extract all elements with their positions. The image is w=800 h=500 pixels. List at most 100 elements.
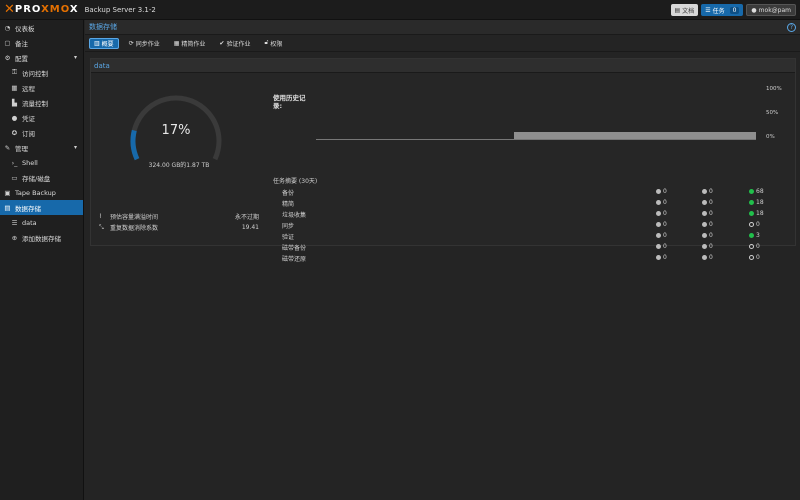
times-circle-icon: [656, 222, 661, 227]
sidebar-item-dashboard[interactable]: ◔ 仪表板: [0, 20, 83, 35]
page-title-bar: 数据存储 ?: [85, 20, 800, 35]
sidebar-nav: ◔ 仪表板 ▢ 备注 ⚙ 配置 ▾ ⚿ 访问控制 ▦ 远程 ▙ 流量控制 ● 凭…: [0, 20, 84, 500]
sidebar-item-label: 存储/磁盘: [22, 174, 51, 183]
error-count[interactable]: 0: [656, 243, 667, 250]
sidebar-item-add-datastore[interactable]: ⊕ 添加数据存储: [0, 230, 83, 245]
error-count[interactable]: 0: [656, 188, 667, 195]
times-circle-icon: [656, 233, 661, 238]
ok-count-value: 68: [756, 188, 764, 195]
sidebar-item-traffic-control[interactable]: ▙ 流量控制: [0, 95, 83, 110]
sidebar-item-data[interactable]: ☰ data: [0, 215, 83, 230]
tab-label: 同步作业: [135, 40, 160, 48]
usage-detail: 324.00 GB的1.87 TB: [148, 162, 210, 169]
tab-prune-jobs[interactable]: ▦ 精简作业: [170, 38, 210, 49]
sidebar-item-access-control[interactable]: ⚿ 访问控制: [0, 65, 83, 80]
sidebar-item-tape-backup[interactable]: ▣ Tape Backup: [0, 185, 83, 200]
help-icon[interactable]: ?: [787, 23, 796, 32]
sidebar-item-configuration[interactable]: ⚙ 配置 ▾: [0, 50, 83, 65]
exclamation-circle-icon: [702, 233, 707, 238]
exclamation-circle-icon: [702, 211, 707, 216]
sidebar-item-label: 访问控制: [22, 69, 48, 78]
error-count[interactable]: 0: [656, 221, 667, 228]
y-tick-100: 100%: [766, 86, 782, 92]
disk-icon: ▭: [11, 173, 18, 182]
sidebar-item-shell[interactable]: ›_ Shell: [0, 155, 83, 170]
proxmox-logo[interactable]: ✕ PROXMOX: [0, 0, 79, 20]
sidebar-item-storage-disks[interactable]: ▭ 存储/磁盘: [0, 170, 83, 185]
ok-count[interactable]: 18: [749, 210, 764, 217]
tab-permissions[interactable]: 🔓︎ 权限: [260, 38, 286, 49]
tasks-button[interactable]: ☰ 任务 0: [701, 4, 744, 16]
ok-count[interactable]: 68: [749, 188, 764, 195]
terminal-icon: ›_: [11, 158, 18, 167]
usage-percent: 17%: [161, 123, 191, 138]
tasks-count-badge: 0: [729, 6, 740, 14]
main-content: 数据存储 ? ▥ 概要 ⟳ 同步作业 ▦ 精简作业 ✔ 验证作业 🔓︎ 权限 d…: [85, 20, 800, 500]
error-count[interactable]: 0: [656, 254, 667, 261]
tab-sync-jobs[interactable]: ⟳ 同步作业: [125, 38, 164, 49]
database-icon: ☰: [11, 218, 18, 227]
warning-count[interactable]: 0: [702, 232, 713, 239]
ok-count[interactable]: 3: [749, 232, 760, 239]
chevron-down-icon[interactable]: ▾: [74, 54, 77, 61]
sidebar-item-label: 远程: [22, 84, 35, 93]
task-summary-row: 同步 0 0 0: [282, 221, 782, 232]
warning-count-value: 0: [709, 199, 713, 206]
check-circle-icon: [749, 222, 754, 227]
warning-count[interactable]: 0: [702, 210, 713, 217]
task-summary-title: 任务摘要 (30天): [273, 178, 318, 185]
unlock-icon: 🔓︎: [264, 39, 269, 46]
sidebar-item-label: data: [22, 218, 37, 227]
prune-icon: ▦: [173, 39, 180, 47]
warning-count[interactable]: 0: [702, 199, 713, 206]
y-tick-0: 0%: [766, 134, 775, 140]
warning-count[interactable]: 0: [702, 188, 713, 195]
book-icon: ▤: [674, 6, 681, 14]
sidebar-item-notes[interactable]: ▢ 备注: [0, 35, 83, 50]
task-type-label: 备份: [282, 190, 295, 197]
warning-count[interactable]: 0: [702, 254, 713, 261]
warning-count[interactable]: 0: [702, 243, 713, 250]
tasks-label: 任务: [712, 7, 725, 15]
sidebar-item-remotes[interactable]: ▦ 远程: [0, 80, 83, 95]
tab-label: 精简作业: [181, 40, 206, 48]
logo-x-mark: ✕: [4, 1, 15, 17]
y-tick-50: 50%: [766, 110, 779, 116]
chevron-down-icon[interactable]: ▾: [74, 144, 77, 151]
warning-count-value: 0: [709, 221, 713, 228]
user-label: mok@pam: [758, 6, 791, 14]
user-menu-button[interactable]: ● mok@pam: [746, 4, 796, 16]
sidebar-item-certificates[interactable]: ● 凭证: [0, 110, 83, 125]
error-count[interactable]: 0: [656, 232, 667, 239]
user-icon: ●: [751, 6, 757, 14]
ok-count[interactable]: 18: [749, 199, 764, 206]
task-summary-row: 精简 0 0 18: [282, 199, 782, 210]
docs-button[interactable]: ▤ 文档: [670, 4, 699, 16]
tab-label: 权限: [270, 40, 283, 48]
tab-bar: ▥ 概要 ⟳ 同步作业 ▦ 精简作业 ✔ 验证作业 🔓︎ 权限: [85, 35, 800, 52]
sidebar-item-subscription[interactable]: ✪ 订阅: [0, 125, 83, 140]
warning-count-value: 0: [709, 210, 713, 217]
warning-count[interactable]: 0: [702, 221, 713, 228]
tab-verify-jobs[interactable]: ✔ 验证作业: [215, 38, 254, 49]
sidebar-item-label: 添加数据存储: [22, 234, 61, 243]
task-type-label: 垃圾收集: [282, 212, 307, 219]
sidebar-item-label: Tape Backup: [15, 188, 56, 197]
sidebar-item-label: 订阅: [22, 129, 35, 138]
tab-summary[interactable]: ▥ 概要: [89, 37, 119, 49]
ok-count[interactable]: 0: [749, 254, 760, 261]
error-count[interactable]: 0: [656, 210, 667, 217]
gears-icon: ⚙: [4, 53, 11, 62]
usage-history-title: 使用历史记录:: [273, 94, 306, 110]
tab-label: 验证作业: [226, 40, 251, 48]
datastore-icon: ▤: [4, 203, 11, 212]
ok-count[interactable]: 0: [749, 243, 760, 250]
check-circle-icon: [749, 255, 754, 260]
docs-label: 文档: [682, 7, 695, 15]
task-type-label: 验证: [282, 234, 295, 241]
error-count[interactable]: 0: [656, 199, 667, 206]
task-summary-row: 磁带还原 0 0 0: [282, 254, 782, 265]
sidebar-item-administration[interactable]: ✎ 管理 ▾: [0, 140, 83, 155]
ok-count[interactable]: 0: [749, 221, 760, 228]
sidebar-item-datastore[interactable]: ▤ 数据存储: [0, 200, 83, 215]
